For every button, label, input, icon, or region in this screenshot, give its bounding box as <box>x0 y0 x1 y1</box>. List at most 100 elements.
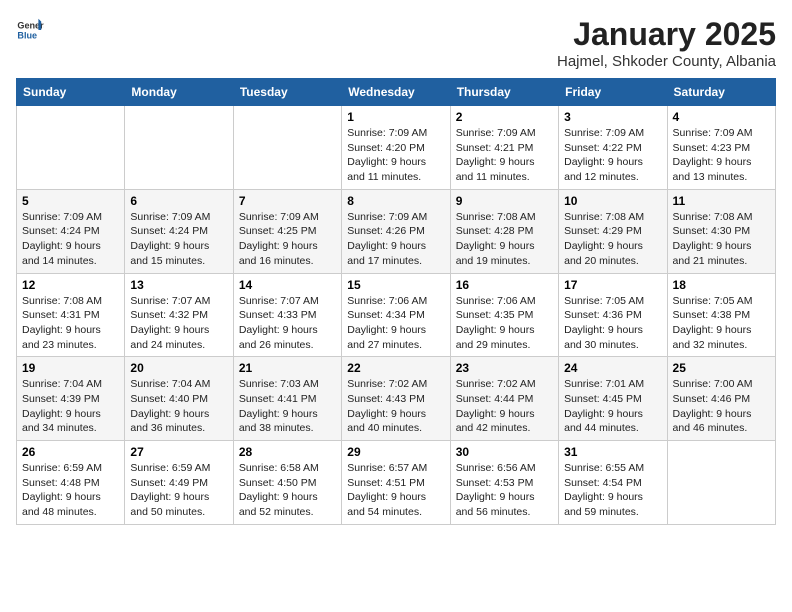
day-cell: 5 Sunrise: 7:09 AM Sunset: 4:24 PM Daylig… <box>17 189 125 273</box>
day-cell: 20 Sunrise: 7:04 AM Sunset: 4:40 PM Dayli… <box>125 357 233 441</box>
day-number: 17 <box>564 278 661 292</box>
day-cell: 17 Sunrise: 7:05 AM Sunset: 4:36 PM Dayli… <box>559 273 667 357</box>
day-number: 29 <box>347 445 444 459</box>
calendar-table: SundayMondayTuesdayWednesdayThursdayFrid… <box>16 78 776 525</box>
weekday-header-sunday: Sunday <box>17 79 125 106</box>
weekday-header-friday: Friday <box>559 79 667 106</box>
day-cell: 13 Sunrise: 7:07 AM Sunset: 4:32 PM Dayli… <box>125 273 233 357</box>
day-content: Sunrise: 7:09 AM Sunset: 4:24 PM Dayligh… <box>22 210 119 269</box>
day-content: Sunrise: 6:59 AM Sunset: 4:48 PM Dayligh… <box>22 461 119 520</box>
day-content: Sunrise: 6:56 AM Sunset: 4:53 PM Dayligh… <box>456 461 553 520</box>
day-cell: 3 Sunrise: 7:09 AM Sunset: 4:22 PM Daylig… <box>559 106 667 190</box>
day-content: Sunrise: 7:00 AM Sunset: 4:46 PM Dayligh… <box>673 377 770 436</box>
day-number: 27 <box>130 445 227 459</box>
week-row-2: 5 Sunrise: 7:09 AM Sunset: 4:24 PM Daylig… <box>17 189 776 273</box>
day-number: 12 <box>22 278 119 292</box>
logo-icon: General Blue <box>16 16 44 44</box>
day-number: 28 <box>239 445 336 459</box>
day-cell: 22 Sunrise: 7:02 AM Sunset: 4:43 PM Dayli… <box>342 357 450 441</box>
day-number: 11 <box>673 194 770 208</box>
week-row-3: 12 Sunrise: 7:08 AM Sunset: 4:31 PM Dayli… <box>17 273 776 357</box>
day-number: 7 <box>239 194 336 208</box>
day-cell: 25 Sunrise: 7:00 AM Sunset: 4:46 PM Dayli… <box>667 357 775 441</box>
title-block: January 2025 Hajmel, Shkoder County, Alb… <box>557 16 776 70</box>
weekday-header-monday: Monday <box>125 79 233 106</box>
day-cell: 19 Sunrise: 7:04 AM Sunset: 4:39 PM Dayli… <box>17 357 125 441</box>
day-content: Sunrise: 7:09 AM Sunset: 4:21 PM Dayligh… <box>456 126 553 185</box>
day-content: Sunrise: 7:06 AM Sunset: 4:34 PM Dayligh… <box>347 294 444 353</box>
day-cell: 14 Sunrise: 7:07 AM Sunset: 4:33 PM Dayli… <box>233 273 341 357</box>
day-content: Sunrise: 7:04 AM Sunset: 4:39 PM Dayligh… <box>22 377 119 436</box>
day-cell <box>233 106 341 190</box>
day-cell: 8Sunrise: 7:09 AM Sunset: 4:26 PM Daylig… <box>342 189 450 273</box>
day-number: 20 <box>130 361 227 375</box>
week-row-4: 19 Sunrise: 7:04 AM Sunset: 4:39 PM Dayli… <box>17 357 776 441</box>
day-content: Sunrise: 7:02 AM Sunset: 4:44 PM Dayligh… <box>456 377 553 436</box>
day-cell: 7Sunrise: 7:09 AM Sunset: 4:25 PM Daylig… <box>233 189 341 273</box>
day-content: Sunrise: 7:08 AM Sunset: 4:29 PM Dayligh… <box>564 210 661 269</box>
day-cell <box>17 106 125 190</box>
day-number: 21 <box>239 361 336 375</box>
day-content: Sunrise: 7:08 AM Sunset: 4:30 PM Dayligh… <box>673 210 770 269</box>
day-number: 31 <box>564 445 661 459</box>
day-content: Sunrise: 7:07 AM Sunset: 4:33 PM Dayligh… <box>239 294 336 353</box>
week-row-1: 1Sunrise: 7:09 AM Sunset: 4:20 PM Daylig… <box>17 106 776 190</box>
day-cell: 26Sunrise: 6:59 AM Sunset: 4:48 PM Dayli… <box>17 441 125 525</box>
day-cell: 1Sunrise: 7:09 AM Sunset: 4:20 PM Daylig… <box>342 106 450 190</box>
day-cell: 11 Sunrise: 7:08 AM Sunset: 4:30 PM Dayli… <box>667 189 775 273</box>
calendar-subtitle: Hajmel, Shkoder County, Albania <box>557 53 776 70</box>
weekday-header-wednesday: Wednesday <box>342 79 450 106</box>
day-number: 19 <box>22 361 119 375</box>
day-number: 10 <box>564 194 661 208</box>
weekday-header-thursday: Thursday <box>450 79 558 106</box>
logo: General Blue <box>16 16 44 44</box>
day-content: Sunrise: 7:05 AM Sunset: 4:38 PM Dayligh… <box>673 294 770 353</box>
svg-text:Blue: Blue <box>17 30 37 40</box>
day-cell: 28 Sunrise: 6:58 AM Sunset: 4:50 PM Dayli… <box>233 441 341 525</box>
day-content: Sunrise: 6:58 AM Sunset: 4:50 PM Dayligh… <box>239 461 336 520</box>
day-cell: 21Sunrise: 7:03 AM Sunset: 4:41 PM Dayli… <box>233 357 341 441</box>
day-content: Sunrise: 7:09 AM Sunset: 4:24 PM Dayligh… <box>130 210 227 269</box>
day-cell: 6 Sunrise: 7:09 AM Sunset: 4:24 PM Daylig… <box>125 189 233 273</box>
week-row-5: 26Sunrise: 6:59 AM Sunset: 4:48 PM Dayli… <box>17 441 776 525</box>
day-number: 5 <box>22 194 119 208</box>
day-cell: 12 Sunrise: 7:08 AM Sunset: 4:31 PM Dayli… <box>17 273 125 357</box>
day-content: Sunrise: 6:55 AM Sunset: 4:54 PM Dayligh… <box>564 461 661 520</box>
day-number: 6 <box>130 194 227 208</box>
day-content: Sunrise: 7:05 AM Sunset: 4:36 PM Dayligh… <box>564 294 661 353</box>
day-number: 9 <box>456 194 553 208</box>
day-number: 14 <box>239 278 336 292</box>
day-content: Sunrise: 7:09 AM Sunset: 4:23 PM Dayligh… <box>673 126 770 185</box>
day-cell <box>125 106 233 190</box>
day-number: 23 <box>456 361 553 375</box>
day-number: 16 <box>456 278 553 292</box>
day-number: 15 <box>347 278 444 292</box>
day-number: 8 <box>347 194 444 208</box>
weekday-header-row: SundayMondayTuesdayWednesdayThursdayFrid… <box>17 79 776 106</box>
day-content: Sunrise: 7:01 AM Sunset: 4:45 PM Dayligh… <box>564 377 661 436</box>
day-content: Sunrise: 7:07 AM Sunset: 4:32 PM Dayligh… <box>130 294 227 353</box>
day-cell: 2 Sunrise: 7:09 AM Sunset: 4:21 PM Daylig… <box>450 106 558 190</box>
day-content: Sunrise: 7:09 AM Sunset: 4:22 PM Dayligh… <box>564 126 661 185</box>
day-number: 13 <box>130 278 227 292</box>
day-content: Sunrise: 7:08 AM Sunset: 4:28 PM Dayligh… <box>456 210 553 269</box>
weekday-header-tuesday: Tuesday <box>233 79 341 106</box>
day-content: Sunrise: 6:57 AM Sunset: 4:51 PM Dayligh… <box>347 461 444 520</box>
day-cell: 31 Sunrise: 6:55 AM Sunset: 4:54 PM Dayli… <box>559 441 667 525</box>
day-content: Sunrise: 7:08 AM Sunset: 4:31 PM Dayligh… <box>22 294 119 353</box>
day-number: 30 <box>456 445 553 459</box>
day-content: Sunrise: 6:59 AM Sunset: 4:49 PM Dayligh… <box>130 461 227 520</box>
day-number: 25 <box>673 361 770 375</box>
day-number: 3 <box>564 110 661 124</box>
day-cell: 9 Sunrise: 7:08 AM Sunset: 4:28 PM Daylig… <box>450 189 558 273</box>
day-content: Sunrise: 7:06 AM Sunset: 4:35 PM Dayligh… <box>456 294 553 353</box>
day-number: 2 <box>456 110 553 124</box>
day-number: 22 <box>347 361 444 375</box>
weekday-header-saturday: Saturday <box>667 79 775 106</box>
day-cell: 29 Sunrise: 6:57 AM Sunset: 4:51 PM Dayli… <box>342 441 450 525</box>
day-cell: 15 Sunrise: 7:06 AM Sunset: 4:34 PM Dayli… <box>342 273 450 357</box>
day-cell: 16 Sunrise: 7:06 AM Sunset: 4:35 PM Dayli… <box>450 273 558 357</box>
day-content: Sunrise: 7:04 AM Sunset: 4:40 PM Dayligh… <box>130 377 227 436</box>
day-cell: 4Sunrise: 7:09 AM Sunset: 4:23 PM Daylig… <box>667 106 775 190</box>
day-content: Sunrise: 7:02 AM Sunset: 4:43 PM Dayligh… <box>347 377 444 436</box>
